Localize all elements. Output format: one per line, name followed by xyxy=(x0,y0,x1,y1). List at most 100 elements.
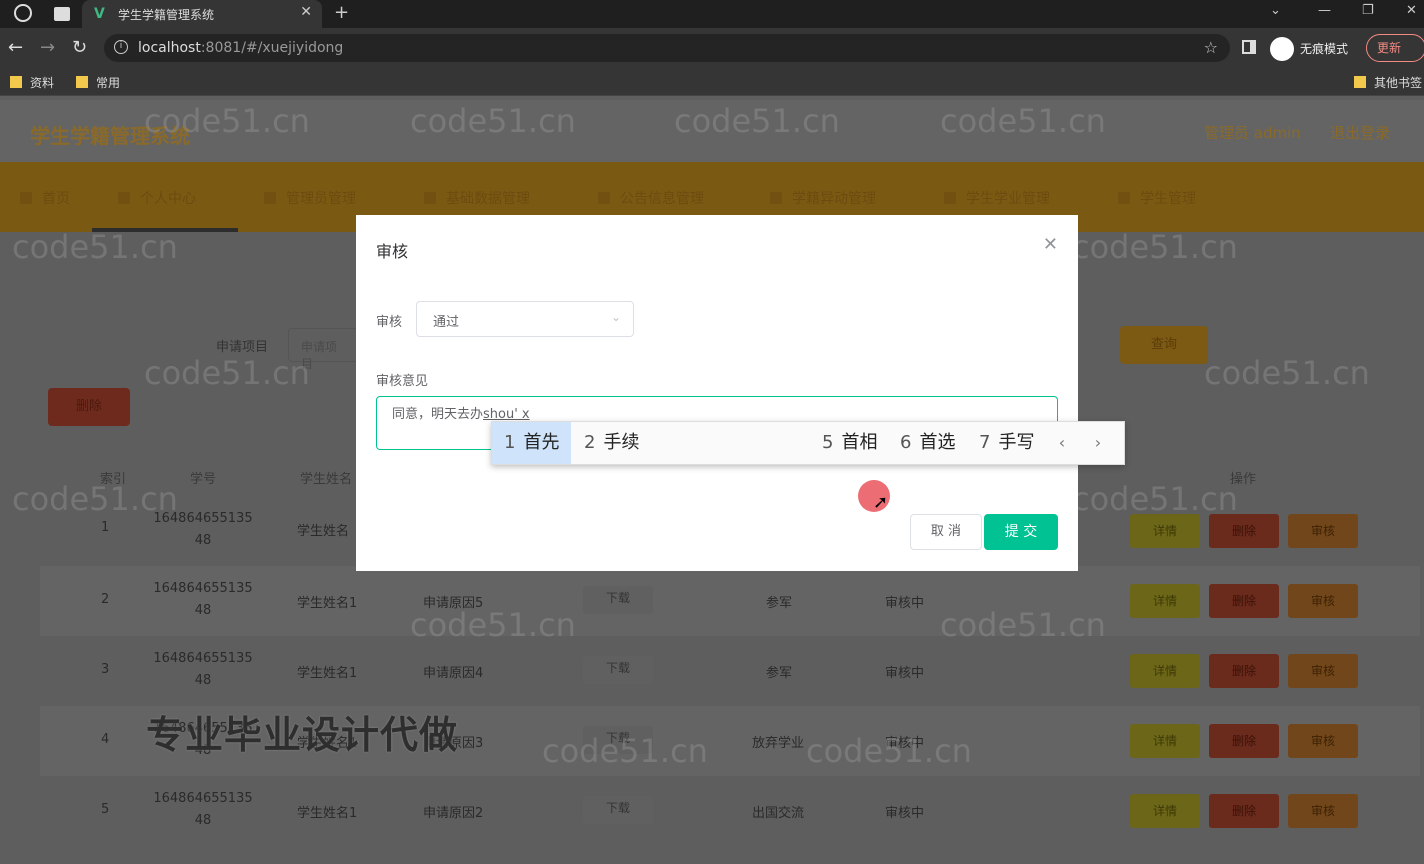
chevron-down-icon[interactable]: ⌄ xyxy=(1270,3,1281,18)
ime-candidate[interactable]: 5 首相 xyxy=(810,422,889,464)
notice-icon xyxy=(598,192,610,204)
students-icon xyxy=(1118,192,1130,204)
new-tab-icon[interactable]: + xyxy=(334,2,349,23)
ime-candidate[interactable]: 1 首先 xyxy=(492,422,572,464)
delete-button[interactable]: 删除 xyxy=(1209,724,1279,758)
browser-globe-icon[interactable] xyxy=(14,4,32,22)
delete-button[interactable]: 删除 xyxy=(1209,514,1279,548)
audit-select-value: 通过 xyxy=(433,315,460,330)
table-row: 5 164864655135 48 学生姓名1 申请原因2 下载 出国交流 审核中… xyxy=(40,776,1420,846)
cancel-button[interactable]: 取 消 xyxy=(910,514,982,550)
audit-button[interactable]: 审核 xyxy=(1288,724,1358,758)
cell-reason: 申请原因2 xyxy=(423,806,484,821)
ime-prev-icon[interactable]: ‹ xyxy=(1048,430,1076,456)
user-info: 管理员 admin xyxy=(1204,124,1301,142)
incognito-label: 无痕模式 xyxy=(1300,42,1349,56)
incognito-icon[interactable] xyxy=(1270,37,1294,61)
watermark: code51.cn xyxy=(1072,228,1238,266)
cell-type: 参军 xyxy=(766,666,793,681)
ime-next-icon[interactable]: › xyxy=(1084,430,1112,456)
cell-type: 放弃学业 xyxy=(752,736,805,751)
watermark: code51.cn xyxy=(806,732,972,770)
dialog-title: 审核 xyxy=(376,242,409,261)
chevron-down-icon: ⌄ xyxy=(610,310,621,324)
star-icon[interactable]: ☆ xyxy=(1204,38,1218,57)
nav-home[interactable]: 首页 xyxy=(20,188,70,208)
cell-name: 学生姓名1 xyxy=(297,596,358,611)
nav-notice[interactable]: 公告信息管理 xyxy=(598,188,704,208)
logout-link[interactable]: 退出登录 xyxy=(1330,122,1390,143)
browser-tabbar: V 学生学籍管理系统 ✕ + ⌄ — ❐ ✕ xyxy=(0,0,1424,28)
admin-icon xyxy=(264,192,276,204)
cell-name: 学生姓名 xyxy=(297,524,350,539)
detail-button[interactable]: 详情 xyxy=(1130,514,1200,548)
mouse-cursor-icon: ➚ xyxy=(873,492,889,513)
nav-status-change[interactable]: 学籍异动管理 xyxy=(770,188,876,208)
url-input[interactable]: i localhost:8081/#/xuejiyidong ☆ xyxy=(104,34,1230,62)
watermark: code51.cn xyxy=(940,606,1106,644)
ime-candidate[interactable]: 7 手写 xyxy=(967,422,1046,464)
cell-type: 参军 xyxy=(766,596,793,611)
cell-name: 学生姓名1 xyxy=(297,806,358,821)
audit-button[interactable]: 审核 xyxy=(1288,514,1358,548)
side-panel-icon[interactable] xyxy=(1242,40,1256,54)
browser-tab[interactable]: V 学生学籍管理系统 ✕ xyxy=(82,0,322,28)
forward-icon[interactable]: → xyxy=(40,37,55,58)
vue-icon: V xyxy=(94,6,105,22)
close-icon[interactable]: ✕ xyxy=(300,4,312,20)
audit-select[interactable]: 通过 ⌄ xyxy=(416,301,634,337)
delete-button[interactable]: 删除 xyxy=(1209,584,1279,618)
audit-button[interactable]: 审核 xyxy=(1288,794,1358,828)
maximize-icon[interactable]: ❐ xyxy=(1362,3,1374,18)
ime-candidate[interactable]: 2 手续 xyxy=(572,422,651,464)
cell-student-no: 164864655135 48 xyxy=(153,581,253,618)
ime-candidate[interactable]: 6 首选 xyxy=(888,422,967,464)
batch-delete-button[interactable]: 删除 xyxy=(48,388,130,426)
ime-candidate-bar: 1 首先 2 手续 5 首相 6 首选 7 手写 ‹ › xyxy=(491,421,1125,465)
folder-icon xyxy=(76,76,88,88)
bookmark-folder-2[interactable]: 常用 xyxy=(76,74,120,91)
nav-profile[interactable]: 个人中心 xyxy=(118,188,196,208)
bookmark-folder-1[interactable]: 资料 xyxy=(10,74,54,91)
delete-button[interactable]: 删除 xyxy=(1209,794,1279,828)
nav-admin[interactable]: 管理员管理 xyxy=(264,188,356,208)
minimize-icon[interactable]: — xyxy=(1318,3,1331,18)
download-button[interactable]: 下载 xyxy=(583,586,653,614)
nav-students[interactable]: 学生管理 xyxy=(1118,188,1196,208)
bookmarks-bar: 资料 常用 其他书签 xyxy=(0,68,1424,96)
info-icon[interactable]: i xyxy=(114,40,128,54)
cell-status: 审核中 xyxy=(885,666,925,681)
watermark: code51.cn xyxy=(674,102,840,140)
tab-search-icon[interactable] xyxy=(54,7,70,21)
user-icon xyxy=(118,192,130,204)
detail-button[interactable]: 详情 xyxy=(1130,794,1200,828)
other-bookmarks[interactable]: 其他书签 xyxy=(1354,74,1422,91)
back-icon[interactable]: ← xyxy=(8,37,23,58)
cell-index: 1 xyxy=(101,520,110,535)
reload-icon[interactable]: ↻ xyxy=(72,37,87,58)
audit-button[interactable]: 审核 xyxy=(1288,654,1358,688)
change-icon xyxy=(770,192,782,204)
browser-addressbar: ← → ↻ i localhost:8081/#/xuejiyidong ☆ 无… xyxy=(0,28,1424,68)
detail-button[interactable]: 详情 xyxy=(1130,654,1200,688)
detail-button[interactable]: 详情 xyxy=(1130,724,1200,758)
download-button[interactable]: 下载 xyxy=(583,656,653,684)
nav-academic[interactable]: 学生学业管理 xyxy=(944,188,1050,208)
delete-button[interactable]: 删除 xyxy=(1209,654,1279,688)
window-close-icon[interactable]: ✕ xyxy=(1406,3,1417,18)
detail-button[interactable]: 详情 xyxy=(1130,584,1200,618)
close-icon[interactable]: ✕ xyxy=(1043,234,1058,255)
promo-watermark: 专业毕业设计代做 xyxy=(146,713,459,757)
download-button[interactable]: 下载 xyxy=(583,796,653,824)
audit-label: 审核 xyxy=(376,315,403,330)
audit-button[interactable]: 审核 xyxy=(1288,584,1358,618)
cell-name: 学生姓名1 xyxy=(297,666,358,681)
query-button[interactable]: 查询 xyxy=(1120,326,1208,364)
cell-index: 5 xyxy=(101,802,110,817)
nav-basic-data[interactable]: 基础数据管理 xyxy=(424,188,530,208)
update-button[interactable]: 更新 xyxy=(1366,34,1424,62)
watermark: code51.cn xyxy=(410,102,576,140)
url-text: localhost:8081/#/xuejiyidong xyxy=(138,40,344,56)
submit-button[interactable]: 提 交 xyxy=(984,514,1058,550)
watermark: code51.cn xyxy=(1072,480,1238,518)
